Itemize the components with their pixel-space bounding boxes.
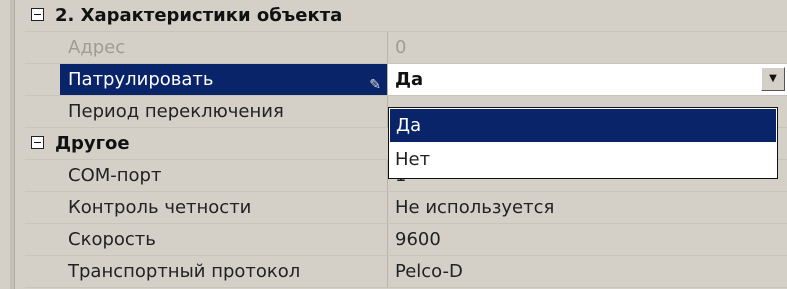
- dropdown-option-no[interactable]: Нет: [389, 143, 777, 176]
- property-name: Контроль четности: [60, 192, 388, 223]
- category-characteristics[interactable]: 2. Характеристики объекта: [25, 0, 787, 32]
- property-grid: 2. Характеристики объекта Адрес 0 Патрул…: [0, 0, 787, 289]
- property-name: Период переключения: [60, 96, 388, 127]
- property-name: COM-порт: [60, 160, 388, 191]
- property-value: 0: [388, 32, 787, 63]
- category-title: Другое: [55, 133, 130, 154]
- property-row-speed[interactable]: Скорость 9600: [25, 224, 787, 256]
- collapse-minus-icon[interactable]: [31, 8, 44, 21]
- property-value: 9600: [388, 224, 787, 255]
- category-title: 2. Характеристики объекта: [55, 5, 343, 26]
- property-row-patrol[interactable]: Патрулировать ✎ Да ▼: [25, 64, 787, 96]
- dropdown-option-yes[interactable]: Да: [389, 108, 777, 143]
- chevron-down-icon[interactable]: ▼: [761, 67, 785, 91]
- left-margin-strip: [10, 0, 15, 289]
- patrol-value-editor[interactable]: Да ▼: [388, 64, 787, 95]
- property-name: Скорость: [60, 224, 388, 255]
- collapse-minus-icon[interactable]: [31, 136, 44, 149]
- property-name: Адрес: [60, 32, 388, 63]
- property-value: Не используется: [388, 192, 787, 223]
- property-row-protocol[interactable]: Транспортный протокол Pelco-D: [25, 256, 787, 288]
- property-value: Да: [395, 69, 424, 90]
- property-name: Транспортный протокол: [60, 256, 388, 287]
- property-row-parity[interactable]: Контроль четности Не используется: [25, 192, 787, 224]
- property-name: Патрулировать ✎: [60, 64, 388, 95]
- property-value: Pelco-D: [388, 256, 787, 287]
- property-name-text: Патрулировать: [68, 69, 214, 90]
- property-row-address[interactable]: Адрес 0: [25, 32, 787, 64]
- patrol-dropdown-list: Да Нет: [388, 107, 778, 179]
